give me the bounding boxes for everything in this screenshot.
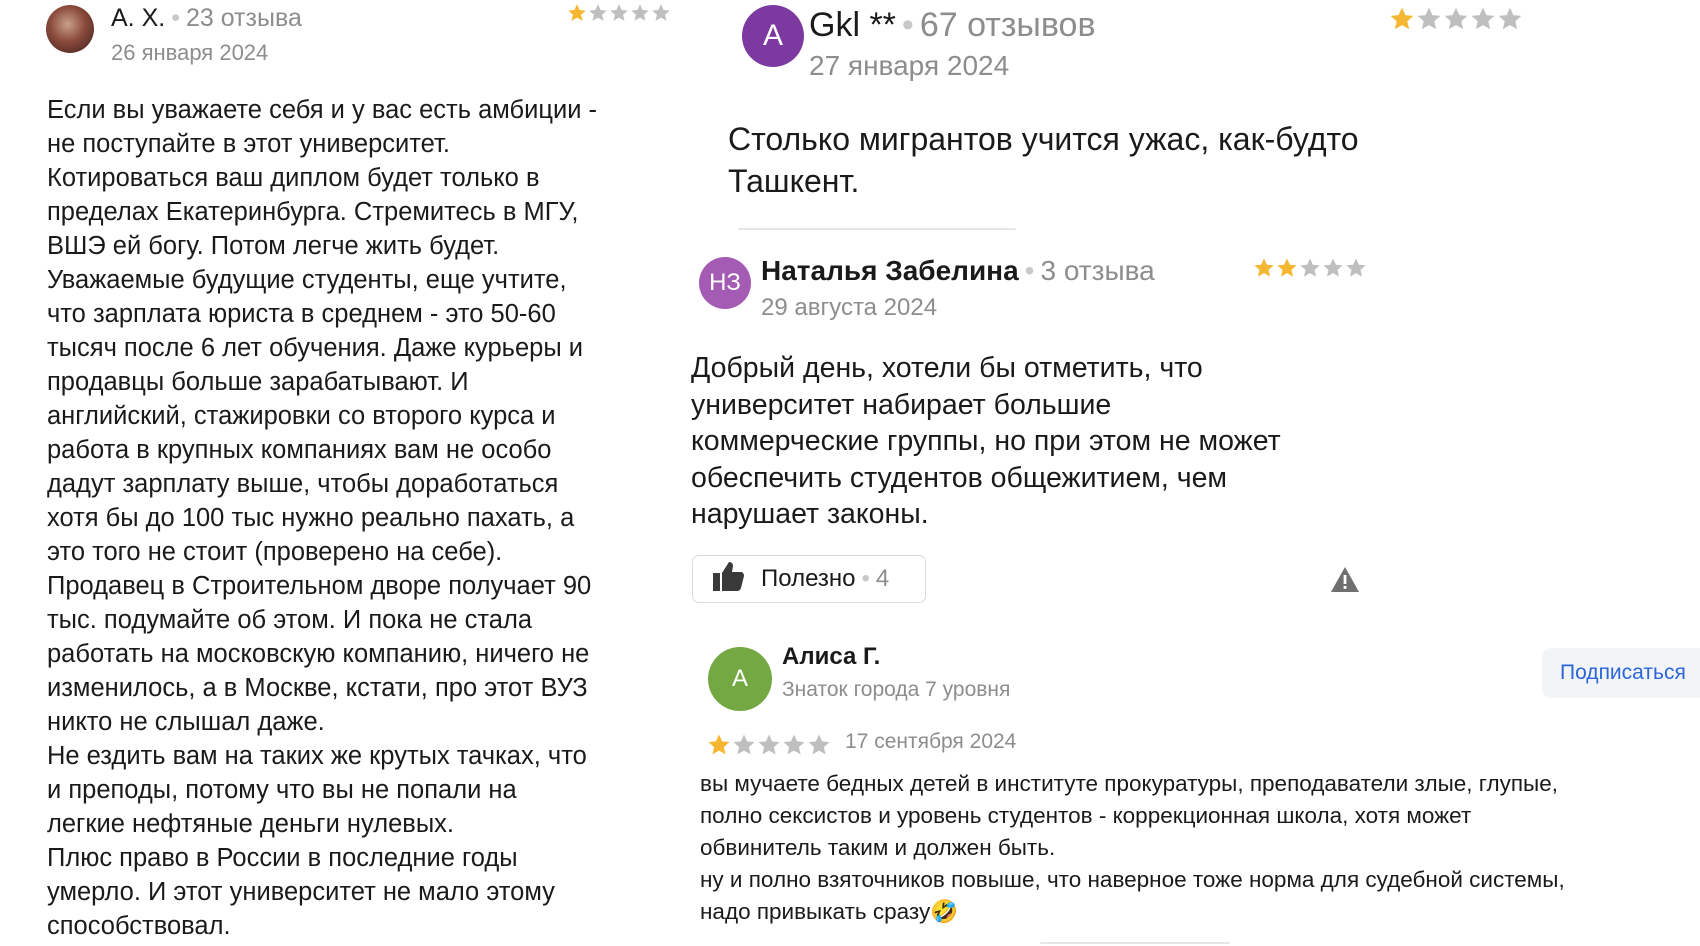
star-empty-icon <box>1471 7 1495 30</box>
useful-count: 4 <box>875 565 890 592</box>
useful-label: Полезно <box>761 565 856 592</box>
star-filled-icon <box>708 734 730 755</box>
reviews-count: 23 отзыва <box>185 4 302 32</box>
avatar-letter: А <box>731 665 748 692</box>
star-empty-icon <box>758 734 780 755</box>
rating-stars <box>567 3 672 23</box>
reviews-count: 3 отзыва <box>1040 255 1155 286</box>
star-empty-icon <box>1300 258 1320 277</box>
avatar-letter: A <box>762 19 783 52</box>
star-empty-icon <box>1346 258 1366 277</box>
review-date: 27 января 2024 <box>809 50 1010 81</box>
review-text: Добрый день, хотели бы отметить, что уни… <box>691 352 1281 530</box>
author-name[interactable]: А. Х. <box>111 4 165 32</box>
divider <box>1040 942 1230 944</box>
divider <box>738 228 1016 230</box>
reviews-count: 67 отзывов <box>919 6 1096 44</box>
star-filled-icon <box>1254 258 1274 277</box>
review-text: Столько мигрантов учится ужас, как-будто… <box>728 121 1359 199</box>
author-line: А. Х. • 23 отзыва <box>111 4 302 32</box>
subscribe-label: Подписаться <box>1560 661 1686 684</box>
avatar[interactable]: А <box>708 647 772 711</box>
author-line: Наталья Забелина • 3 отзыва <box>761 255 1155 286</box>
subscribe-button[interactable]: Подписаться <box>1542 648 1700 698</box>
useful-button[interactable]: Полезно • 4 <box>692 555 926 603</box>
author-line: Gkl ** • 67 отзывов <box>809 6 1096 44</box>
author-name[interactable]: Gkl ** <box>809 6 896 44</box>
review-date: 17 сентября 2024 <box>845 730 1017 753</box>
star-empty-icon <box>631 4 649 21</box>
star-filled-icon <box>1390 7 1414 30</box>
review-text: вы мучаете бедных детей в институте прок… <box>700 771 1565 924</box>
review-date: 29 августа 2024 <box>761 294 938 321</box>
author-level: Знаток города 7 уровня <box>782 678 1011 701</box>
star-empty-icon <box>783 734 805 755</box>
star-empty-icon <box>1417 7 1441 30</box>
warning-icon[interactable] <box>1330 566 1360 598</box>
star-filled-icon <box>568 4 586 21</box>
avatar[interactable]: A <box>742 5 804 67</box>
avatar[interactable]: НЗ <box>699 257 751 309</box>
author-name[interactable]: Алиса Г. <box>782 643 880 671</box>
avatar-letter: НЗ <box>709 269 741 296</box>
rating-stars <box>707 733 832 757</box>
star-empty-icon <box>610 4 628 21</box>
review-date: 26 января 2024 <box>111 40 269 65</box>
rating-stars <box>1389 6 1524 32</box>
star-empty-icon <box>1444 7 1468 30</box>
avatar[interactable] <box>46 5 94 53</box>
thumbs-up-icon <box>711 560 745 599</box>
star-empty-icon <box>808 734 830 755</box>
rating-stars <box>1253 257 1368 279</box>
star-empty-icon <box>589 4 607 21</box>
review-text: Если вы уважаете себя и у вас есть амбиц… <box>47 96 598 940</box>
author-name[interactable]: Наталья Забелина <box>761 255 1019 286</box>
star-empty-icon <box>652 4 670 21</box>
star-empty-icon <box>733 734 755 755</box>
star-filled-icon <box>1277 258 1297 277</box>
star-empty-icon <box>1498 7 1522 30</box>
star-empty-icon <box>1323 258 1343 277</box>
